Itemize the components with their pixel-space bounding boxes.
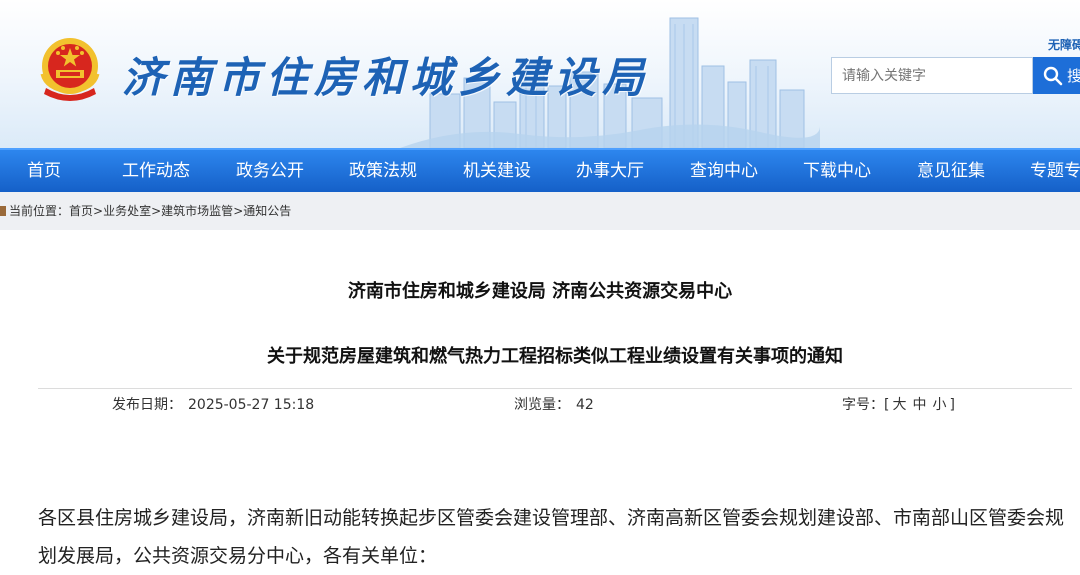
search-icon: [1043, 66, 1063, 85]
breadcrumb-separator: >: [233, 204, 244, 218]
view-count-label: 浏览量：: [514, 397, 570, 413]
breadcrumb-prefix: 当前位置：: [9, 204, 70, 218]
nav-item-downloads[interactable]: 下载中心: [803, 150, 871, 192]
view-count-value: 42: [576, 397, 594, 413]
font-size-bracket-open: [: [884, 397, 890, 413]
nav-item-policy[interactable]: 政策法规: [349, 150, 417, 192]
font-size-small-link[interactable]: 小: [932, 397, 946, 413]
nav-item-gov-open[interactable]: 政务公开: [236, 150, 304, 192]
main-nav: 首页 工作动态 政务公开 政策法规 机关建设 办事大厅 查询中心 下载中心 意见…: [0, 148, 1080, 192]
view-count: 浏览量： 42: [514, 394, 594, 414]
breadcrumb-notices[interactable]: 通知公告: [243, 204, 291, 218]
breadcrumb-departments[interactable]: 业务处室: [103, 204, 151, 218]
location-icon: [0, 206, 6, 216]
nav-item-service-hall[interactable]: 办事大厅: [576, 150, 644, 192]
article-issuing-orgs: 济南市住房和城乡建设局 济南公共资源交易中心: [347, 281, 733, 302]
breadcrumb-market-supervision[interactable]: 建筑市场监管: [161, 204, 233, 218]
accessibility-link[interactable]: 无障碍: [1048, 36, 1080, 53]
site-header: 济南市住房和城乡建设局 无障碍 搜: [0, 0, 1080, 148]
search-button[interactable]: 搜: [1033, 57, 1080, 94]
nav-item-query-center[interactable]: 查询中心: [690, 150, 758, 192]
font-size-label: 字号：: [842, 397, 884, 413]
breadcrumb-separator: >: [151, 204, 162, 218]
breadcrumb: 当前位置：首页>业务处室>建筑市场监管>通知公告: [0, 192, 1080, 230]
font-size-medium-link[interactable]: 中: [912, 397, 926, 413]
font-size-large-link[interactable]: 大: [892, 397, 906, 413]
publish-date: 发布日期： 2025-05-27 15:18: [112, 394, 314, 414]
nav-item-feedback[interactable]: 意见征集: [917, 150, 985, 192]
publish-date-label: 发布日期：: [112, 397, 182, 413]
site-title: 济南市住房和城乡建设局: [122, 53, 651, 102]
nav-item-news[interactable]: 工作动态: [122, 150, 190, 192]
title-divider: [38, 388, 1072, 389]
nav-item-party-build[interactable]: 机关建设: [463, 150, 531, 192]
nav-item-topics[interactable]: 专题专: [1030, 150, 1080, 192]
nav-item-home[interactable]: 首页: [27, 150, 61, 192]
search-button-label: 搜: [1067, 67, 1080, 85]
national-emblem-logo: [40, 38, 100, 101]
article-title: 关于规范房屋建筑和燃气热力工程招标类似工程业绩设置有关事项的通知: [267, 346, 843, 367]
breadcrumb-home[interactable]: 首页: [69, 204, 93, 218]
publish-date-value: 2025-05-27 15:18: [188, 397, 315, 413]
breadcrumb-separator: >: [93, 204, 104, 218]
search-input[interactable]: [831, 57, 1033, 94]
font-size-switcher: 字号：[大中小]: [842, 394, 955, 414]
font-size-bracket-close: ]: [949, 397, 955, 413]
